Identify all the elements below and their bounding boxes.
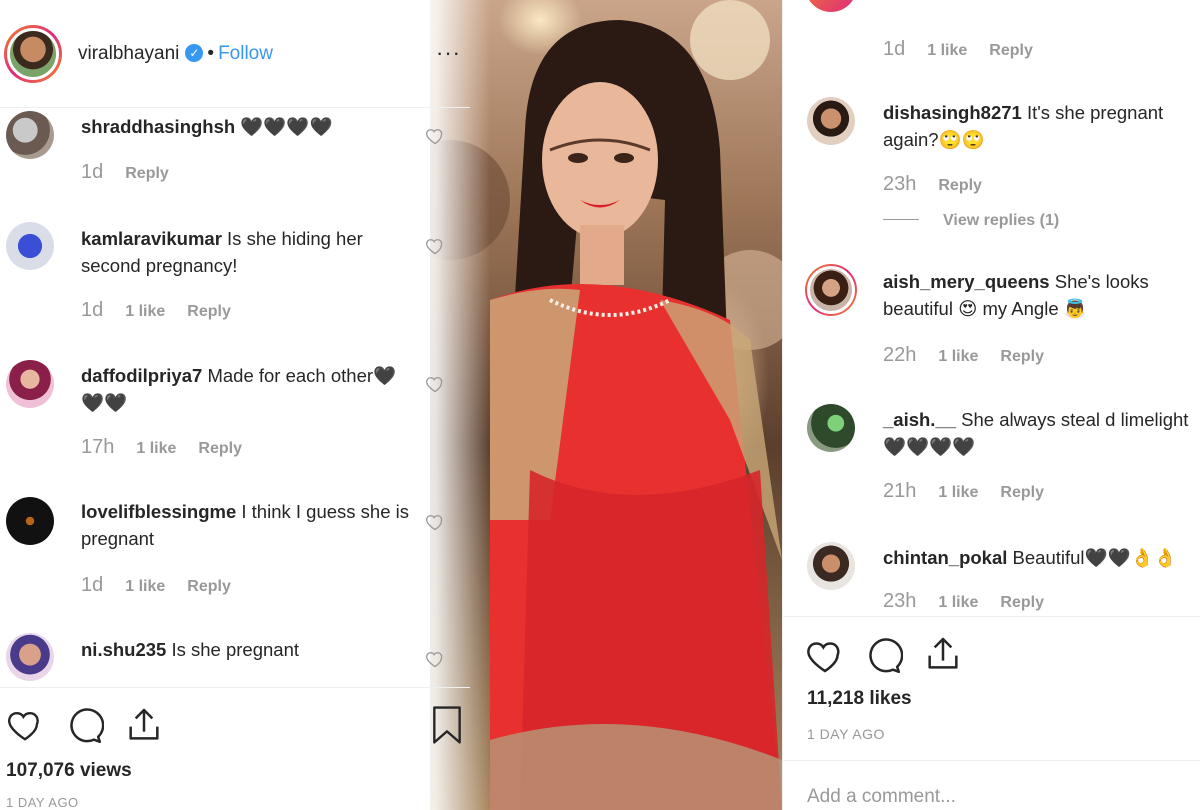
reply-button[interactable]: Reply xyxy=(187,578,231,595)
comment-content: Beautiful🖤🖤👌👌 xyxy=(1012,547,1177,568)
comment-username[interactable]: ni.shu235 xyxy=(81,639,166,660)
comment-likes[interactable]: 1 like xyxy=(938,594,978,611)
comment-meta: 1d 1 like Reply xyxy=(81,299,231,322)
post-header: viralbhayani ✓ • Follow ··· xyxy=(0,0,470,108)
like-comment-icon[interactable] xyxy=(425,374,445,394)
comment-username[interactable]: kamlaravikumar xyxy=(81,228,222,249)
reply-button[interactable]: Reply xyxy=(1000,348,1044,365)
comment-meta: 17h 1 like Reply xyxy=(81,436,242,459)
comment-time: 1d xyxy=(81,574,104,596)
comment-username[interactable]: dishasingh8271 xyxy=(883,102,1022,123)
follow-button[interactable]: Follow xyxy=(218,43,273,65)
avatar[interactable] xyxy=(807,542,855,590)
profile-avatar[interactable] xyxy=(4,24,62,83)
comment-meta: 1d 1 like Reply xyxy=(81,574,231,597)
header-separator: • xyxy=(207,42,215,64)
comment-username[interactable]: shraddhasinghsh xyxy=(81,116,235,137)
comment-content: 🖤🖤🖤🖤 xyxy=(240,116,333,137)
bookmark-icon[interactable] xyxy=(428,704,466,746)
avatar[interactable] xyxy=(807,266,855,314)
avatar[interactable] xyxy=(807,97,855,145)
comment-meta: 1d 1 like Reply xyxy=(883,38,1033,61)
divider xyxy=(783,760,1200,761)
comment-text: ni.shu235 Is she pregnant xyxy=(81,636,411,663)
comment-content: Is she pregnant xyxy=(171,639,300,660)
avatar[interactable] xyxy=(6,633,54,681)
divider xyxy=(783,616,1200,617)
share-icon[interactable] xyxy=(923,634,963,674)
like-comment-icon[interactable] xyxy=(425,649,445,669)
like-comment-icon[interactable] xyxy=(425,236,445,256)
comment-username[interactable]: daffodilpriya7 xyxy=(81,365,202,386)
comment-likes[interactable]: 1 like xyxy=(125,578,165,595)
comment-text: chintan_pokal Beautiful🖤🖤👌👌 xyxy=(883,544,1200,571)
comment-time: 1d xyxy=(81,161,104,183)
comment-text: _aish.__ She always steal d limelight 🖤🖤… xyxy=(883,406,1200,460)
like-count[interactable]: 11,218 likes xyxy=(807,688,912,710)
post-timestamp: 1 DAY AGO xyxy=(807,726,885,742)
avatar[interactable] xyxy=(6,111,54,159)
comment-time: 17h xyxy=(81,436,115,458)
reply-button[interactable]: Reply xyxy=(198,440,242,457)
comment-time: 22h xyxy=(883,344,917,366)
comment-meta: 23h 1 like Reply xyxy=(883,590,1044,616)
comment-time: 1d xyxy=(81,299,104,321)
comment-text: kamlaravikumar Is she hiding her second … xyxy=(81,225,411,279)
right-panel: 1d 1 like Reply dishasingh8271 It's she pr… xyxy=(782,0,1200,810)
comment-likes[interactable]: 1 like xyxy=(136,440,176,457)
view-replies-button[interactable]: View replies (1) xyxy=(883,212,1059,230)
comment-icon[interactable] xyxy=(863,636,903,676)
comment-text: daffodilpriya7 Made for each other🖤🖤🖤 xyxy=(81,362,411,416)
add-comment-input[interactable] xyxy=(807,786,1187,808)
comment-meta: 21h 1 like Reply xyxy=(883,480,1044,503)
comment-text: dishasingh8271 It's she pregnant again?🙄… xyxy=(883,99,1200,153)
comment-meta: 23h Reply xyxy=(883,173,982,196)
comment-text: lovelifblessingme I think I guess she is… xyxy=(81,498,411,552)
reply-button[interactable]: Reply xyxy=(938,177,982,194)
comment-likes[interactable]: 1 like xyxy=(938,484,978,501)
post-actions xyxy=(0,687,470,688)
comment-time: 23h xyxy=(883,590,917,612)
comment-text: shraddhasinghsh 🖤🖤🖤🖤 xyxy=(81,113,411,140)
comment-likes[interactable]: 1 like xyxy=(927,42,967,59)
heart-icon[interactable] xyxy=(6,706,44,744)
comment-time: 1d xyxy=(883,38,906,60)
verified-badge-icon: ✓ xyxy=(185,43,204,62)
avatar[interactable] xyxy=(6,497,54,545)
comment-likes[interactable]: 1 like xyxy=(938,348,978,365)
reply-button[interactable]: Reply xyxy=(989,42,1033,59)
reply-button[interactable]: Reply xyxy=(1000,594,1044,611)
reply-button[interactable]: Reply xyxy=(187,303,231,320)
header-username[interactable]: viralbhayani ✓ xyxy=(78,43,204,65)
left-panel: viralbhayani ✓ • Follow ··· shraddhasingh… xyxy=(0,0,470,810)
like-comment-icon[interactable] xyxy=(425,126,445,146)
comment-likes[interactable]: 1 like xyxy=(125,303,165,320)
like-comment-icon[interactable] xyxy=(425,512,445,532)
comment-username[interactable]: lovelifblessingme xyxy=(81,501,236,522)
avatar[interactable] xyxy=(807,404,855,452)
comment-time: 21h xyxy=(883,480,917,502)
comment-time: 23h xyxy=(883,173,917,195)
post-timestamp: 1 DAY AGO xyxy=(6,795,79,810)
view-count[interactable]: 107,076 views xyxy=(6,760,132,782)
share-icon[interactable] xyxy=(124,705,164,745)
reply-button[interactable]: Reply xyxy=(125,165,169,182)
comment-username[interactable]: chintan_pokal xyxy=(883,547,1007,568)
reply-button[interactable]: Reply xyxy=(1000,484,1044,501)
comment-icon[interactable] xyxy=(64,706,104,746)
comment-meta: 22h 1 like Reply xyxy=(883,344,1044,367)
heart-icon[interactable] xyxy=(805,636,845,676)
avatar[interactable] xyxy=(805,0,857,12)
comment-text: aish_mery_queens She's looks beautiful 😍… xyxy=(883,268,1200,322)
avatar[interactable] xyxy=(6,360,54,408)
more-options-icon[interactable]: ··· xyxy=(436,40,461,66)
comment-username[interactable]: aish_mery_queens xyxy=(883,271,1050,292)
comment-username[interactable]: _aish.__ xyxy=(883,409,956,430)
comment-meta: 1d Reply xyxy=(81,161,169,184)
avatar[interactable] xyxy=(6,222,54,270)
